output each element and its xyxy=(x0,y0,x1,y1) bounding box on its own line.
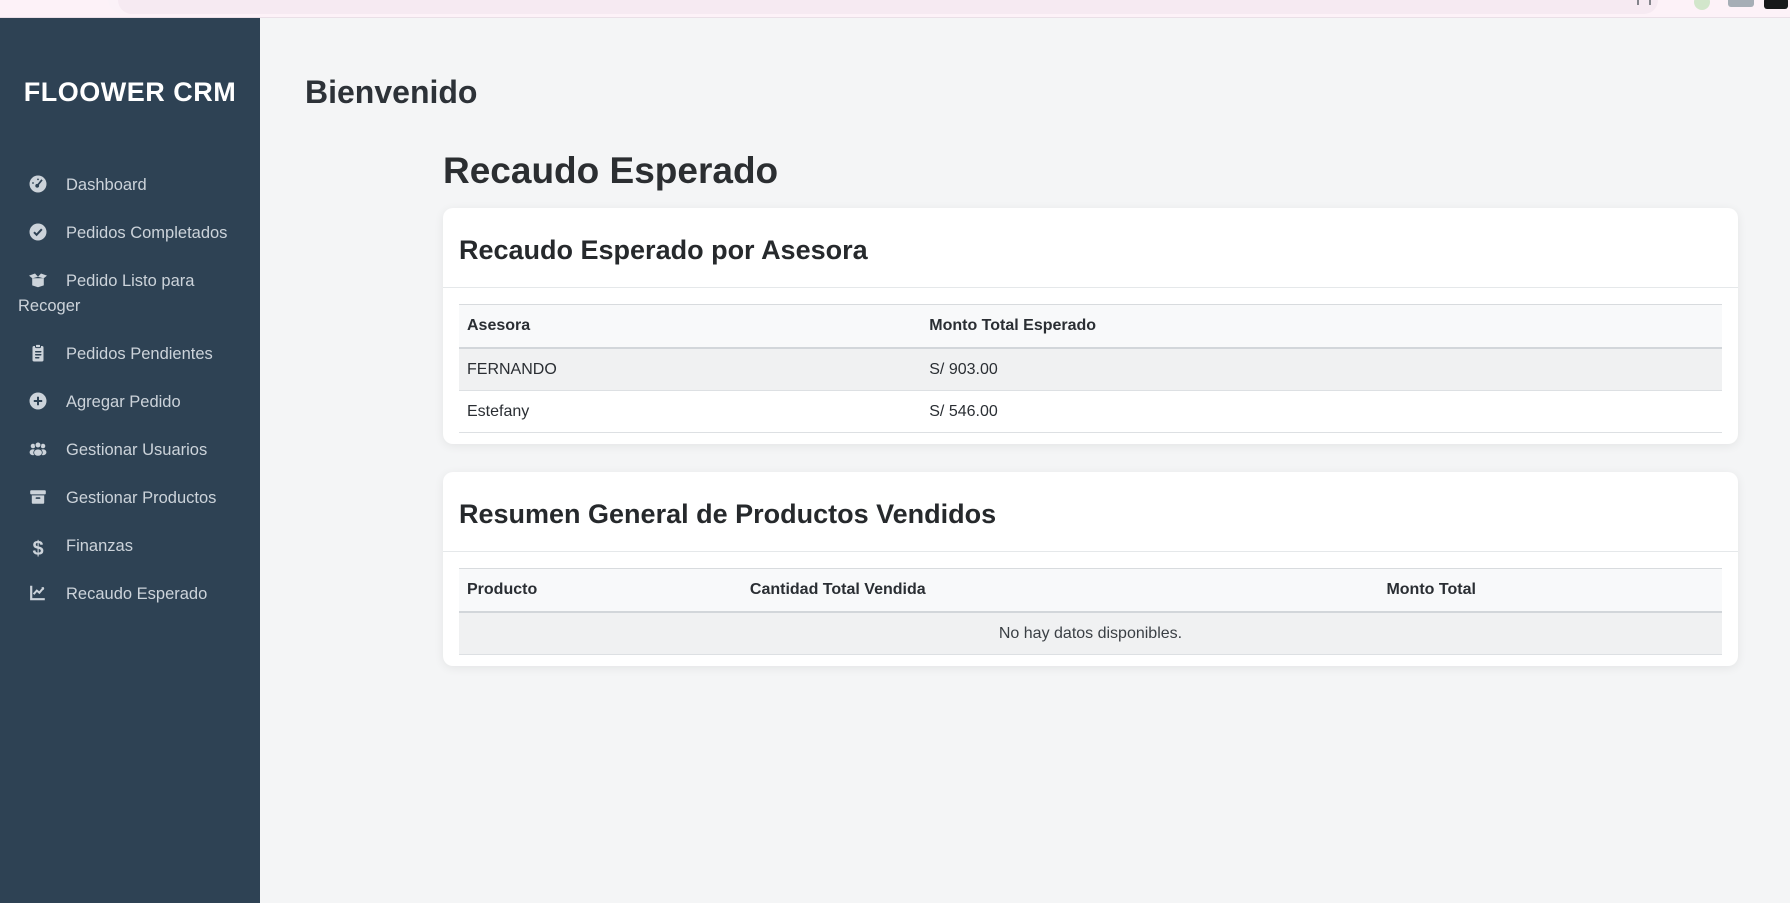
box-archive-icon xyxy=(28,487,50,507)
sidebar-item-label: Recaudo Esperado xyxy=(66,585,207,603)
sidebar-item-label: Agregar Pedido xyxy=(66,393,181,411)
card-body: Producto Cantidad Total Vendida Monto To… xyxy=(443,552,1738,666)
cell-asesora: FERNANDO xyxy=(459,348,921,391)
sidebar-item-label: Gestionar Productos xyxy=(66,489,216,507)
cell-asesora: Estefany xyxy=(459,391,921,433)
column-header-monto-total-esperado: Monto Total Esperado xyxy=(921,305,1722,349)
sidebar-item-label: Finanzas xyxy=(66,537,133,555)
app-logo: FLOOWER CRM xyxy=(0,74,260,110)
sidebar-nav: Dashboard Pedidos Completados Pedido Lis… xyxy=(0,162,260,619)
main-content: Bienvenido Recaudo Esperado Recaudo Espe… xyxy=(260,18,1790,903)
table-row: Estefany S/ 546.00 xyxy=(459,391,1722,433)
card-header: Recaudo Esperado por Asesora xyxy=(443,208,1738,288)
recaudo-section: Recaudo Esperado Recaudo Esperado por As… xyxy=(443,146,1738,666)
column-header-producto: Producto xyxy=(459,569,742,613)
column-header-cantidad-total: Cantidad Total Vendida xyxy=(742,569,1379,613)
extension-icon[interactable] xyxy=(1728,0,1754,7)
address-bar[interactable] xyxy=(118,0,1658,14)
sidebar-item-label: Dashboard xyxy=(66,176,147,194)
productos-table: Producto Cantidad Total Vendida Monto To… xyxy=(459,568,1722,655)
card-header: Resumen General de Productos Vendidos xyxy=(443,472,1738,552)
sidebar-item-gestionar-usuarios[interactable]: Gestionar Usuarios xyxy=(0,427,260,475)
clipboard-list-icon xyxy=(28,343,50,363)
card-title: Recaudo Esperado por Asesora xyxy=(459,232,1722,268)
sidebar-item-label: Pedidos Completados xyxy=(66,224,227,242)
card-title: Resumen General de Productos Vendidos xyxy=(459,496,1722,532)
extension-icon[interactable] xyxy=(1694,0,1710,10)
plus-circle-icon xyxy=(28,391,50,411)
url-text-fragment xyxy=(1637,0,1657,5)
browser-chrome xyxy=(0,0,1790,18)
card-body: Asesora Monto Total Esperado FERNANDO S/… xyxy=(443,288,1738,444)
sidebar: FLOOWER CRM Dashboard Pedidos Completado… xyxy=(0,18,260,903)
cell-monto: S/ 903.00 xyxy=(921,348,1722,391)
users-icon xyxy=(28,439,50,459)
empty-state-message: No hay datos disponibles. xyxy=(459,612,1722,655)
empty-state-row: No hay datos disponibles. xyxy=(459,612,1722,655)
chart-line-icon xyxy=(28,583,50,603)
cell-monto: S/ 546.00 xyxy=(921,391,1722,433)
column-header-asesora: Asesora xyxy=(459,305,921,349)
column-header-monto-total: Monto Total xyxy=(1378,569,1722,613)
tachometer-icon xyxy=(28,174,50,194)
screen: FLOOWER CRM Dashboard Pedidos Completado… xyxy=(0,0,1790,903)
dollar-icon: $ xyxy=(28,538,50,558)
asesora-table: Asesora Monto Total Esperado FERNANDO S/… xyxy=(459,304,1722,433)
sidebar-item-recaudo-esperado[interactable]: Recaudo Esperado xyxy=(0,571,260,619)
sidebar-item-pedidos-pendientes[interactable]: Pedidos Pendientes xyxy=(0,331,260,379)
table-header-row: Asesora Monto Total Esperado xyxy=(459,305,1722,349)
sidebar-item-pedido-listo[interactable]: Pedido Listo para Recoger xyxy=(0,258,260,331)
sidebar-item-finanzas[interactable]: $ Finanzas xyxy=(0,523,260,571)
section-heading: Recaudo Esperado xyxy=(443,146,1738,195)
box-open-icon xyxy=(28,270,50,290)
sidebar-item-label: Pedidos Pendientes xyxy=(66,345,213,363)
welcome-heading: Bienvenido xyxy=(305,71,1790,113)
sidebar-item-agregar-pedido[interactable]: Agregar Pedido xyxy=(0,379,260,427)
sidebar-item-label: Gestionar Usuarios xyxy=(66,441,207,459)
sidebar-item-gestionar-productos[interactable]: Gestionar Productos xyxy=(0,475,260,523)
card-recaudo-por-asesora: Recaudo Esperado por Asesora Asesora Mon… xyxy=(443,208,1738,444)
extension-icon[interactable] xyxy=(1764,0,1788,9)
sidebar-item-dashboard[interactable]: Dashboard xyxy=(0,162,260,210)
check-circle-icon xyxy=(28,222,50,242)
card-resumen-productos: Resumen General de Productos Vendidos Pr… xyxy=(443,472,1738,666)
sidebar-item-pedidos-completados[interactable]: Pedidos Completados xyxy=(0,210,260,258)
table-row: FERNANDO S/ 903.00 xyxy=(459,348,1722,391)
table-header-row: Producto Cantidad Total Vendida Monto To… xyxy=(459,569,1722,613)
